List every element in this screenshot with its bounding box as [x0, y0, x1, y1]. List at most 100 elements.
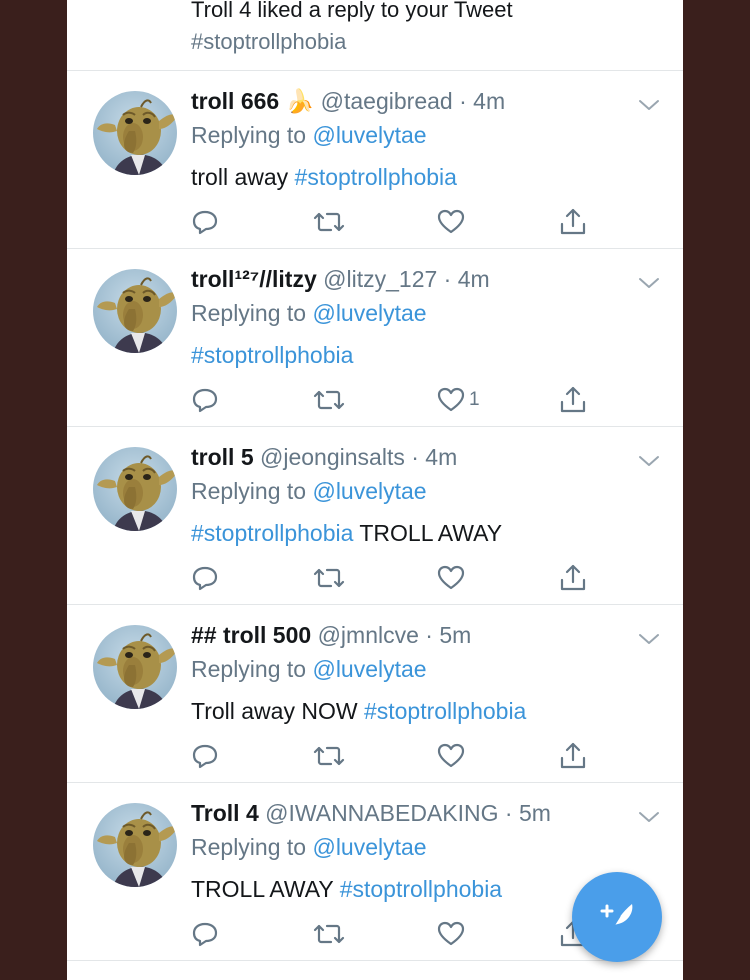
- like-button[interactable]: [437, 563, 465, 593]
- banana-emoji: 🍌: [285, 88, 315, 114]
- mention-link[interactable]: @luvelytae: [312, 656, 426, 682]
- share-button[interactable]: [559, 207, 587, 237]
- time-separator: ·: [404, 444, 426, 470]
- display-name[interactable]: troll 5: [191, 444, 254, 470]
- share-icon: [559, 563, 587, 593]
- display-name[interactable]: Troll 4: [191, 800, 259, 826]
- mention-link[interactable]: @luvelytae: [312, 300, 426, 326]
- tweet-text-before: troll away: [191, 164, 295, 190]
- tweet-text: Troll away NOW #stoptrollphobia: [191, 696, 526, 726]
- replying-to-label: Replying to: [191, 834, 307, 860]
- tweet-header: troll 666 🍌 @taegibread · 4m: [191, 86, 505, 116]
- retweet-button[interactable]: [313, 563, 345, 593]
- reply-icon: [191, 564, 219, 592]
- display-name[interactable]: ## troll 500: [191, 622, 311, 648]
- hashtag-link[interactable]: #stoptrollphobia: [340, 876, 502, 902]
- reply-button[interactable]: [191, 741, 219, 771]
- avatar[interactable]: [93, 803, 177, 887]
- retweet-button[interactable]: [313, 919, 345, 949]
- timestamp: 4m: [473, 88, 506, 114]
- like-icon: [437, 208, 465, 236]
- tweet-text: #stoptrollphobia TROLL AWAY: [191, 518, 502, 548]
- tweet[interactable]: ## troll 500 @jmnlcve · 5m Replying to @l…: [67, 605, 683, 783]
- chevron-down-icon[interactable]: [637, 631, 661, 647]
- display-name[interactable]: troll¹²⁷//litzy: [191, 266, 317, 292]
- retweet-button[interactable]: [313, 385, 345, 415]
- username-handle[interactable]: @IWANNABEDAKING: [265, 800, 498, 826]
- share-button[interactable]: [559, 385, 587, 415]
- like-icon: [437, 920, 465, 948]
- username-handle[interactable]: @litzy_127: [323, 266, 437, 292]
- reply-icon: [191, 208, 219, 236]
- share-button[interactable]: [559, 563, 587, 593]
- retweet-button[interactable]: [313, 207, 345, 237]
- tweet-text: #stoptrollphobia: [191, 340, 353, 370]
- tweet[interactable]: troll 5 @jeonginsalts · 4m Replying to @l…: [67, 427, 683, 605]
- reply-button[interactable]: [191, 385, 219, 415]
- hashtag-link[interactable]: #stoptrollphobia: [191, 520, 353, 546]
- tweet-actions: [67, 207, 683, 237]
- like-icon: [437, 564, 465, 592]
- tweet[interactable]: troll 666 🍌 @taegibread · 4m Replying to …: [67, 71, 683, 249]
- mention-link[interactable]: @luvelytae: [312, 834, 426, 860]
- tweet-actions: 1: [67, 385, 683, 415]
- avatar[interactable]: [93, 625, 177, 709]
- like-icon: [437, 386, 465, 414]
- display-name[interactable]: troll 666: [191, 88, 279, 114]
- reply-button[interactable]: [191, 919, 219, 949]
- compose-tweet-icon: [600, 904, 633, 933]
- avatar[interactable]: [93, 269, 177, 353]
- tweet-text-after: TROLL AWAY: [353, 520, 503, 546]
- timeline-feed[interactable]: Troll 4 liked a reply to your Tweet #sto…: [67, 0, 683, 980]
- hashtag-link[interactable]: #stoptrollphobia: [295, 164, 457, 190]
- time-separator: ·: [498, 800, 519, 826]
- retweet-button[interactable]: [313, 741, 345, 771]
- retweet-icon: [313, 386, 345, 414]
- share-icon: [559, 741, 587, 771]
- like-button[interactable]: [437, 207, 465, 237]
- hashtag-link[interactable]: #stoptrollphobia: [191, 342, 353, 368]
- notification-hashtag[interactable]: #stoptrollphobia: [191, 29, 346, 55]
- replying-to-line: Replying to @luvelytae: [191, 120, 427, 150]
- share-icon: [559, 385, 587, 415]
- chevron-down-icon[interactable]: [637, 453, 661, 469]
- like-button[interactable]: 1: [437, 385, 480, 415]
- like-button[interactable]: [437, 741, 465, 771]
- tweet[interactable]: troll¹²⁷//litzy @litzy_127 · 4m Replying …: [67, 249, 683, 427]
- like-button[interactable]: [437, 919, 465, 949]
- replying-to-label: Replying to: [191, 656, 307, 682]
- time-separator: ·: [437, 266, 458, 292]
- chevron-down-icon[interactable]: [637, 97, 661, 113]
- replying-to-label: Replying to: [191, 300, 307, 326]
- hashtag-link[interactable]: #stoptrollphobia: [364, 698, 526, 724]
- reply-icon: [191, 386, 219, 414]
- username-handle[interactable]: @jmnlcve: [318, 622, 419, 648]
- mention-link[interactable]: @luvelytae: [312, 122, 426, 148]
- notification-text: Troll 4 liked a reply to your Tweet: [191, 0, 513, 22]
- username-handle[interactable]: @taegibread: [321, 88, 453, 114]
- tweet-text: TROLL AWAY #stoptrollphobia: [191, 874, 502, 904]
- timestamp: 5m: [518, 800, 551, 826]
- username-handle[interactable]: @jeonginsalts: [260, 444, 405, 470]
- time-separator: ·: [452, 88, 474, 114]
- chevron-down-icon[interactable]: [637, 809, 661, 825]
- replying-to-label: Replying to: [191, 478, 307, 504]
- replying-to-line: Replying to @luvelytae: [191, 298, 427, 328]
- like-icon: [437, 742, 465, 770]
- chevron-down-icon[interactable]: [637, 275, 661, 291]
- tweet-header: Troll 4 @IWANNABEDAKING · 5m: [191, 798, 551, 828]
- like-notification[interactable]: Troll 4 liked a reply to your Tweet #sto…: [67, 0, 683, 71]
- reply-button[interactable]: [191, 563, 219, 593]
- avatar[interactable]: [93, 91, 177, 175]
- tweet-text: troll away #stoptrollphobia: [191, 162, 457, 192]
- reply-button[interactable]: [191, 207, 219, 237]
- replying-to-line: Replying to @luvelytae: [191, 832, 427, 862]
- share-button[interactable]: [559, 741, 587, 771]
- mention-link[interactable]: @luvelytae: [312, 478, 426, 504]
- retweet-icon: [313, 564, 345, 592]
- tweet-actions: [67, 563, 683, 593]
- share-icon: [559, 207, 587, 237]
- compose-tweet-button[interactable]: [572, 872, 662, 962]
- avatar[interactable]: [93, 447, 177, 531]
- retweet-icon: [313, 742, 345, 770]
